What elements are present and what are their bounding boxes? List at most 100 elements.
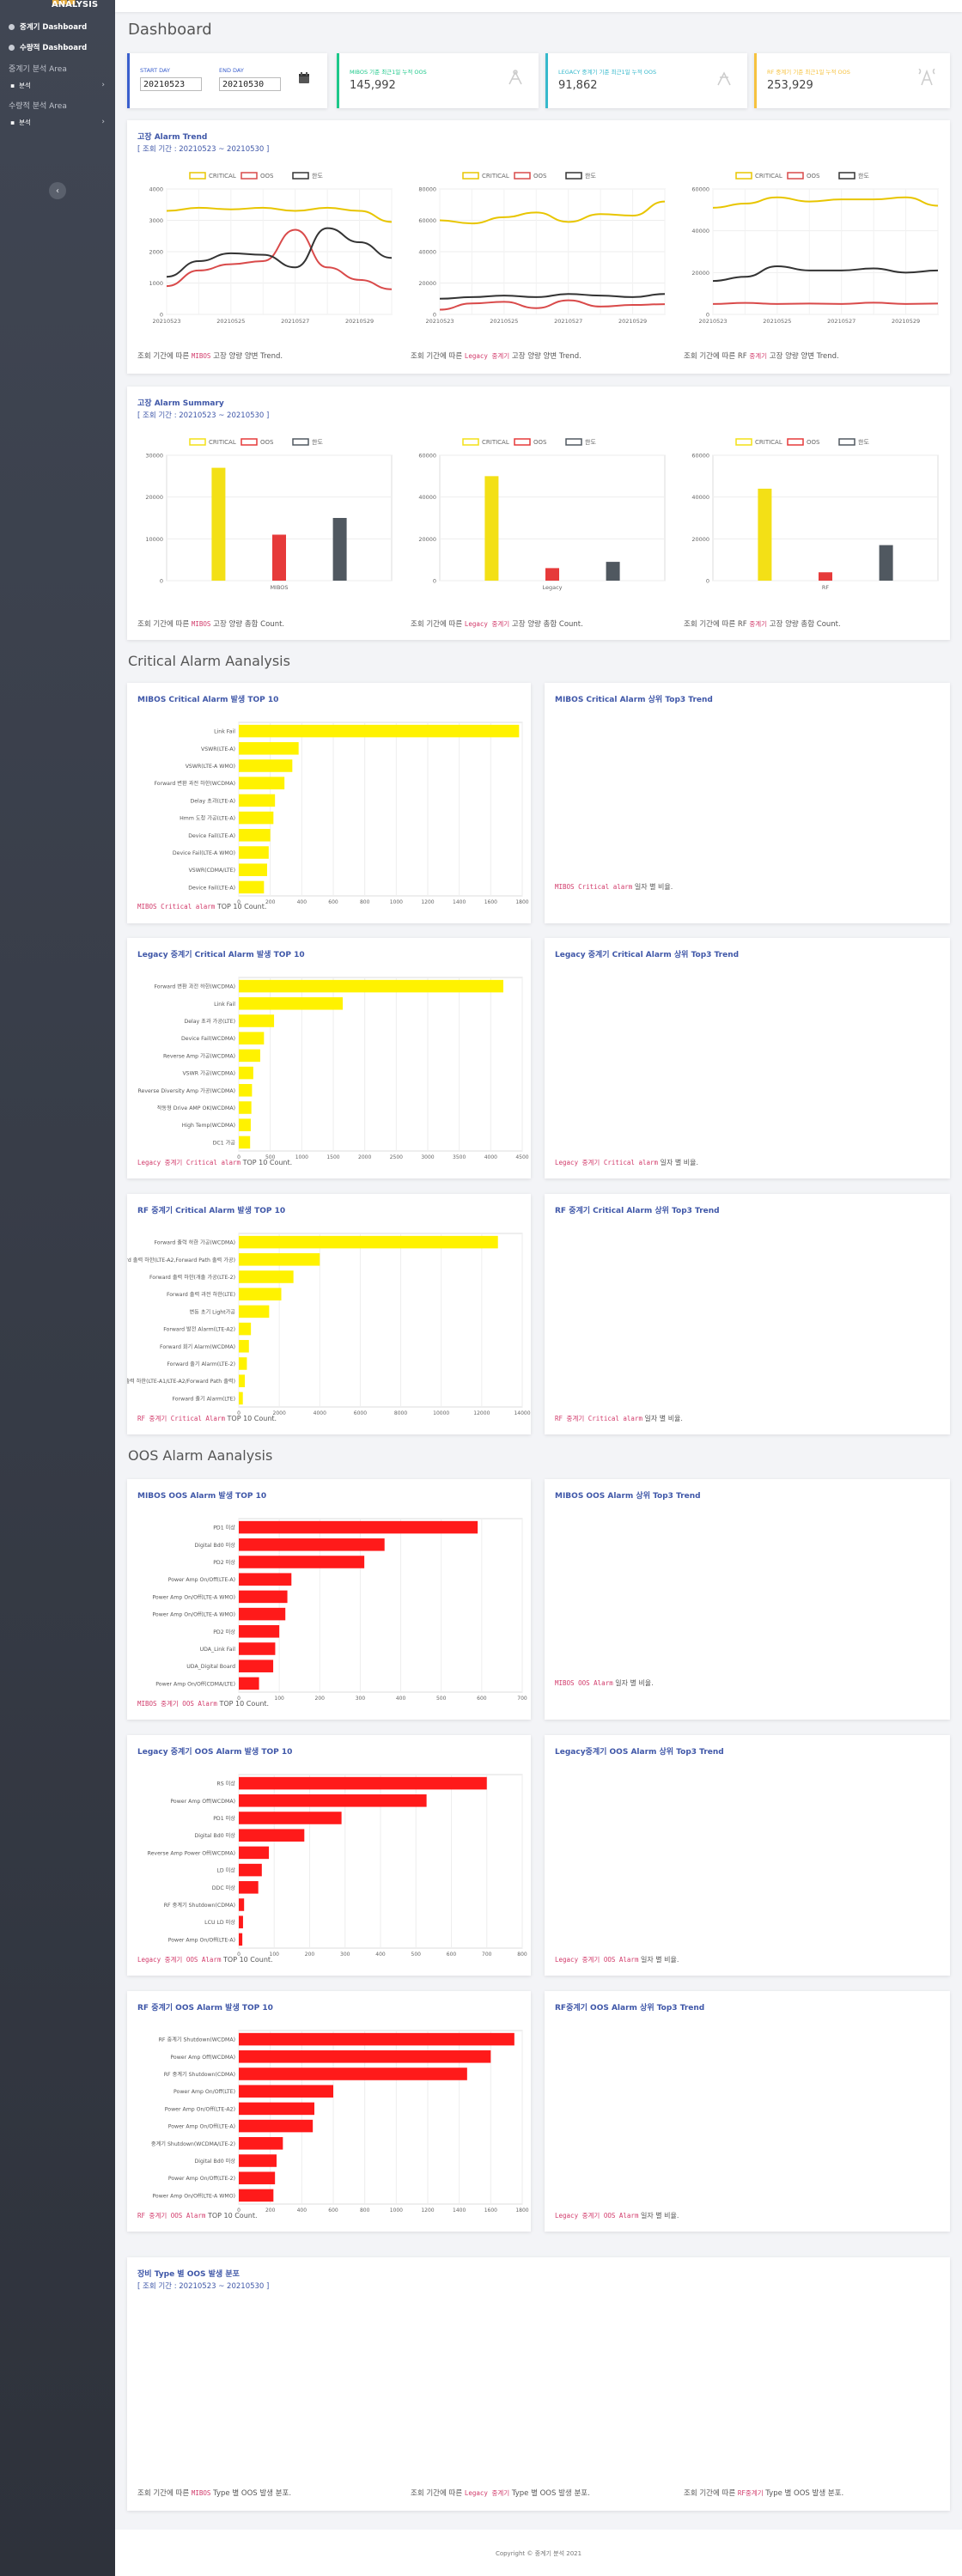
x-tick-label: 1200	[421, 899, 434, 905]
caption-post: TOP 10 Count.	[221, 1956, 273, 1964]
x-tick-label: 800	[360, 2208, 370, 2214]
caption-post: 일자 별 비율.	[638, 1956, 679, 1964]
stat-label: LEGACY 중계기 기준 최근1일 누적 OOS	[558, 69, 657, 76]
y-tick-label: 60000	[691, 453, 709, 460]
caption-pre: 조회 기간에 따른	[411, 352, 465, 361]
end-day-input[interactable]	[219, 77, 281, 91]
start-day-input[interactable]	[140, 77, 202, 91]
legend-label: 한도	[585, 173, 596, 180]
bar	[239, 1305, 270, 1318]
legend-label: OOS	[533, 439, 547, 446]
satellite-icon	[508, 70, 522, 85]
caption-code: MIBOS Critical alarm	[137, 903, 216, 910]
x-tick-label: 1400	[453, 899, 466, 905]
panel-mibos-critical-top3: MIBOS Critical Alarm 상위 Top3 Trend MIBOS…	[545, 683, 950, 923]
y-tick-label: 80000	[418, 186, 436, 193]
category-label: PD1 미상	[213, 1525, 235, 1532]
stat-card-rf: RF 중계기 기준 최근1일 누적 OOS 253,929	[754, 53, 950, 108]
caption-code: Legacy 중계기 Critical alarm	[555, 1159, 659, 1166]
y-tick-label: 40000	[418, 249, 436, 256]
category-label: RF 중계기 Shutdown(CDMA)	[164, 1902, 235, 1909]
nav-quantity-dashboard[interactable]: 수량적 Dashboard	[0, 37, 115, 58]
x-tick-label: 12000	[473, 1410, 490, 1416]
panel-rf-oos: RF 중계기 OOS Alarm 발생 TOP 10 0 200 400 600 800…	[127, 1991, 531, 2232]
calendar-icon[interactable]	[298, 72, 310, 84]
bar	[239, 1659, 274, 1672]
bar	[239, 1136, 251, 1149]
legend-label: OOS	[533, 173, 547, 180]
bar	[758, 488, 772, 581]
panel-caption: Legacy 중계기 Critical alarm 일자 별 비율.	[555, 1158, 698, 1167]
caption-post: 일자 별 비율.	[642, 1415, 683, 1422]
legend-swatch	[189, 172, 206, 180]
category-label: VSWR(CDMA/LTE)	[189, 868, 235, 874]
caption-post: 고장 양량 총합 Count.	[509, 620, 583, 629]
bar	[484, 476, 499, 581]
alarm-summary-card: 고장 Alarm Summary [ 조회 기간 : 20210523 ~ 20…	[127, 387, 950, 640]
bar	[239, 1915, 243, 1928]
caption-pre: 조회 기간에 따른	[137, 352, 192, 361]
bar	[239, 997, 343, 1010]
bar	[239, 1812, 342, 1824]
legend-label: CRITICAL	[209, 439, 236, 446]
legend-label: 한도	[585, 439, 596, 446]
caption-pre: 조회 기간에 따른	[684, 2489, 738, 2498]
panel-mibos-oos-top3: MIBOS OOS Alarm 상위 Top3 Trend MIBOS OOS …	[545, 1479, 950, 1720]
panel-title: Legacy중계기 OOS Alarm 상위 Top3 Trend	[555, 1748, 724, 1757]
bar	[239, 1863, 262, 1877]
caption-code: RF 중계기 Critical alarm	[555, 1415, 642, 1422]
category-label: Delay 초과(LTE-A)	[190, 797, 235, 804]
bar	[332, 518, 347, 581]
bar-chart-svg: CRITICAL OOS 한도 0 20000 40000 60000 RF	[691, 438, 939, 591]
bar	[239, 1829, 305, 1842]
x-tick-label: 400	[297, 2208, 307, 2214]
hbar-chart-svg: 0 200 400 600 800 1000 1200 1400 1600 1800RF 중계기 …	[151, 2030, 529, 2214]
caption-post: TOP 10 Count.	[215, 903, 267, 910]
panel-caption: RF 중계기 Critical alarm 일자 별 비율.	[555, 1414, 683, 1423]
summary-caption-legacy: 조회 기간에 따른 Legacy 중계기 고장 양량 총합 Count.	[411, 618, 583, 629]
sidebar: ■■■ ANALYSIS 중계기 Dashboard 수량적 Dashboard…	[0, 0, 115, 2576]
trend-chart-mibos: CRITICAL OOS 한도 0 1000 2000 3000 4000 20210523 20…	[134, 168, 400, 336]
panel-title: Legacy 중계기 Critical Alarm 상위 Top3 Trend	[555, 951, 740, 959]
panel-caption: MIBOS Critical alarm 일자 별 비율.	[555, 882, 673, 892]
category-label: PD1 미상	[213, 1815, 235, 1822]
hbar-chart-mibos-oos: 0 100 200 300 400 500 600 700 PD1 미상 Digital Bd0 …	[127, 1512, 531, 1705]
caption-pre: 조회 기간에 따른 RF	[684, 352, 750, 361]
caption-code: Legacy 중계기 Critical alarm	[137, 1159, 241, 1166]
panel-title: MIBOS Critical Alarm 발생 TOP 10	[137, 696, 279, 704]
category-label: Reverse Amp Power Off(WCDMA)	[148, 1850, 235, 1856]
caption-code: MIBOS 중계기 OOS Alarm	[137, 1700, 217, 1708]
trend-subtitle: [ 조회 기간 : 20210523 ~ 20210530 ]	[137, 145, 270, 154]
legend-swatch	[787, 438, 804, 446]
legend-label: OOS	[260, 173, 274, 180]
footer-text: Copyright © 중계기 분석 2021	[495, 2550, 582, 2557]
bar	[239, 1357, 247, 1370]
series-line	[439, 293, 666, 300]
caption-post: 일자 별 비율.	[612, 1679, 654, 1687]
y-tick-label: 0	[706, 578, 709, 585]
bar	[879, 545, 893, 581]
nav-sub-repeater-analysis[interactable]: ▪ 분석 ›	[0, 76, 115, 94]
category-label: Power Amp On/Off(CDMA/LTE)	[155, 1681, 235, 1687]
panel-caption: MIBOS OOS Alarm 일자 별 비율.	[555, 1678, 654, 1688]
category-label: Power Amp On/Off(LTE-A WMO)	[152, 1612, 235, 1618]
bar	[239, 1607, 286, 1621]
hbar-chart-legacy-oos: 0 100 200 300 400 500 600 700 800 RS 미상 Power Amp …	[127, 1768, 531, 1961]
nav-dashboard[interactable]: 중계기 Dashboard	[0, 16, 115, 37]
hbar-chart-svg: 0 2000 4000 6000 8000 10000 12000 14000Forward …	[102, 1233, 531, 1416]
bar	[239, 1084, 253, 1097]
bar	[819, 572, 832, 581]
legend-swatch	[189, 438, 206, 446]
category-label: RS 미상	[216, 1781, 235, 1787]
caption-code: RF 중계기 Critical Alarm	[137, 1415, 225, 1422]
x-tick-label: 400	[375, 1952, 386, 1958]
line-chart-svg: CRITICAL OOS 한도0100020003000400020210523 20…	[149, 172, 393, 325]
legend-swatch	[838, 172, 855, 180]
bar	[239, 742, 299, 755]
main-content: Dashboard START DAY END DAY MIBOS 기준 최근1…	[102, 0, 962, 2576]
sidebar-toggle-button[interactable]: ‹	[49, 182, 66, 199]
series-line	[712, 301, 939, 305]
hbar-chart-svg: 0 100 200 300 400 500 600 700 800RS 미상Power Amp …	[148, 1774, 527, 1958]
legend-label: OOS	[807, 173, 820, 180]
nav-sub-quantity-analysis[interactable]: ▪ 분석 ›	[0, 113, 115, 131]
